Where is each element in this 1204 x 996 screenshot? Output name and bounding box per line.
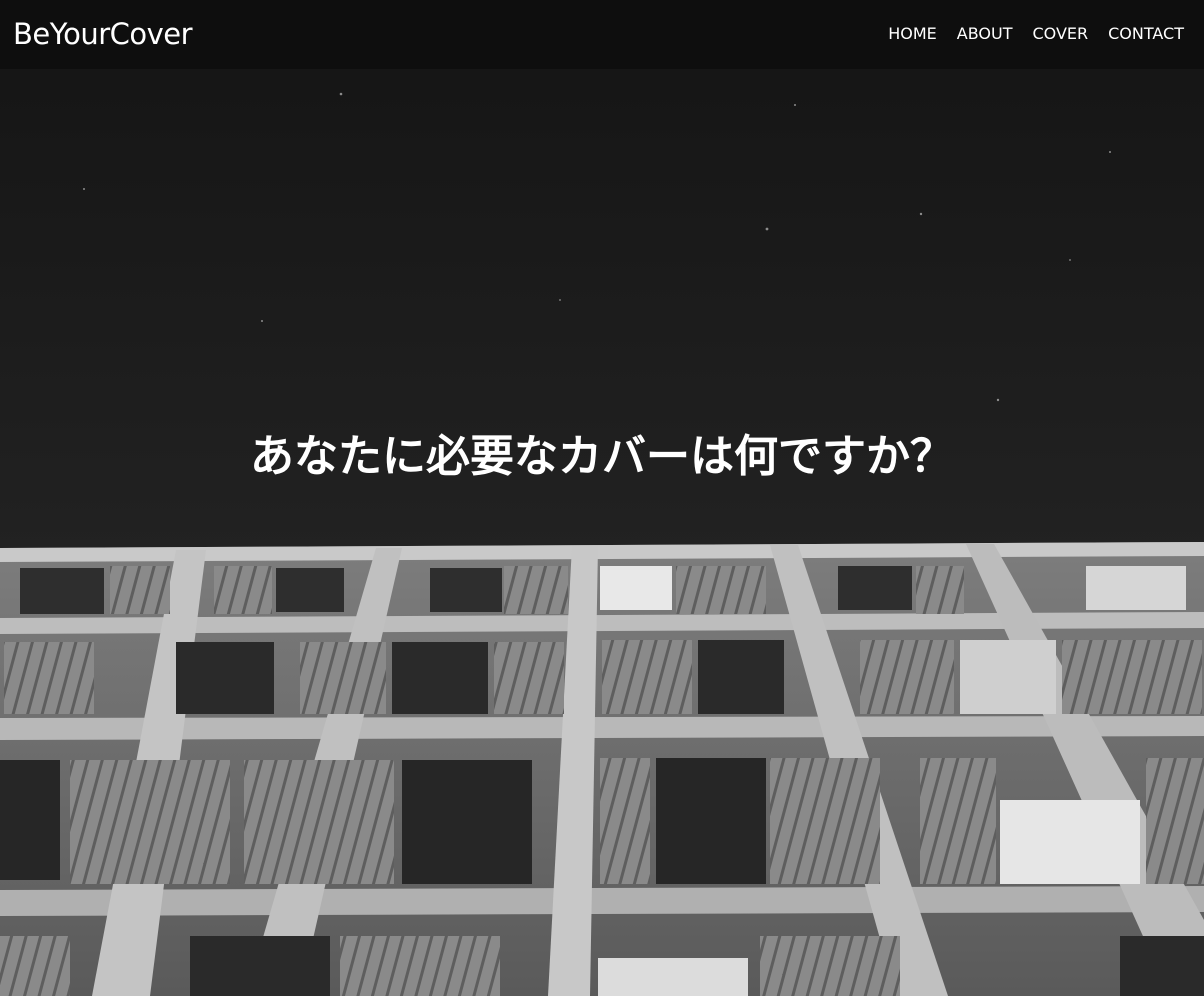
nav-cover-link[interactable]: COVER (1032, 24, 1088, 44)
hero-background-image (0, 0, 1204, 996)
nav-contact-link[interactable]: CONTACT (1108, 24, 1184, 44)
hero-section (0, 0, 1204, 996)
nav-about-link[interactable]: ABOUT (957, 24, 1013, 44)
site-logo[interactable]: BeYourCover (13, 14, 193, 54)
nav-home-link[interactable]: HOME (888, 24, 937, 44)
hero-headline: あなたに必要なカバーは何ですか？ (250, 431, 954, 483)
page: BeYourCover HOME ABOUT COVER CONTACT あなた… (0, 0, 1204, 996)
main-nav: HOME ABOUT COVER CONTACT (888, 24, 1184, 44)
site-header: BeYourCover HOME ABOUT COVER CONTACT (0, 0, 1204, 69)
